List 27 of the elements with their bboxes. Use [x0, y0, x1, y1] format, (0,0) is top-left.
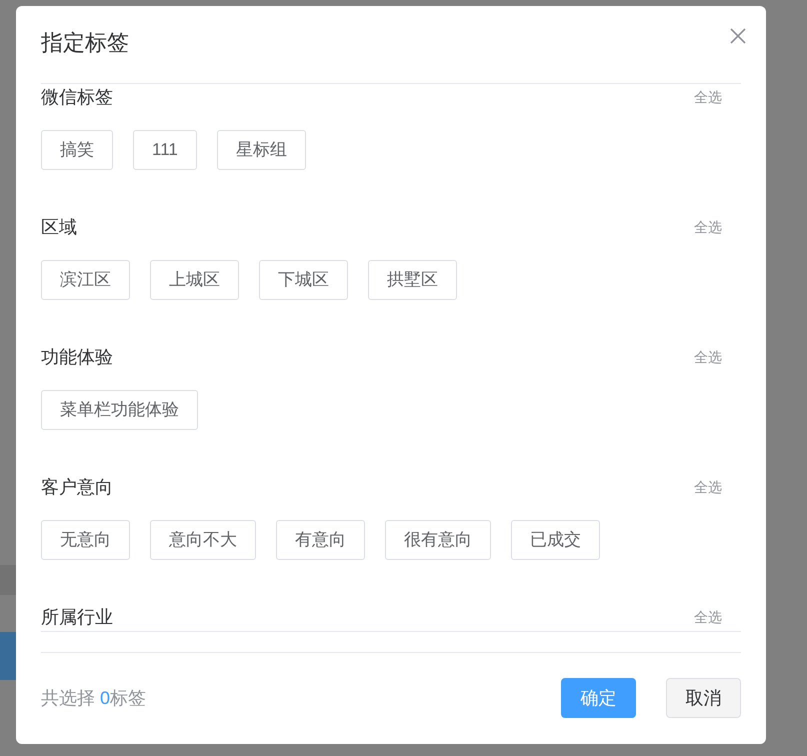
- section-title: 客户意向: [41, 476, 113, 498]
- select-all-link[interactable]: 全选: [694, 216, 722, 238]
- select-all-link[interactable]: 全选: [694, 476, 722, 498]
- select-all-link[interactable]: 全选: [694, 606, 722, 628]
- tag-button[interactable]: 111: [133, 130, 197, 170]
- tag-button[interactable]: 星标组: [216, 130, 306, 170]
- section-title: 所属行业: [41, 606, 113, 628]
- tag-button[interactable]: 已成交: [511, 520, 600, 560]
- select-all-link[interactable]: 全选: [694, 86, 722, 108]
- section-title: 微信标签: [41, 86, 113, 108]
- tag-button[interactable]: 滨江区: [41, 260, 130, 300]
- section-title: 功能体验: [41, 346, 113, 368]
- tag-button[interactable]: 搞笑: [41, 130, 113, 170]
- tag-button[interactable]: 很有意向: [385, 520, 491, 560]
- tag-button[interactable]: 上城区: [150, 260, 239, 300]
- tag-button[interactable]: 下城区: [259, 260, 348, 300]
- cancel-button[interactable]: 取消: [666, 678, 741, 718]
- tag-button[interactable]: 有意向: [276, 520, 365, 560]
- select-all-link[interactable]: 全选: [694, 346, 722, 368]
- selection-summary: 共选择 0标签: [41, 686, 146, 710]
- tag-button[interactable]: 无意向: [41, 520, 130, 560]
- tag-button[interactable]: 拱墅区: [368, 260, 457, 300]
- close-icon[interactable]: [728, 26, 748, 46]
- tag-button[interactable]: 菜单栏功能体验: [41, 390, 198, 430]
- tag-button[interactable]: 意向不大: [150, 520, 256, 560]
- section-title: 区域: [41, 216, 77, 238]
- dialog-title: 指定标签: [41, 29, 129, 57]
